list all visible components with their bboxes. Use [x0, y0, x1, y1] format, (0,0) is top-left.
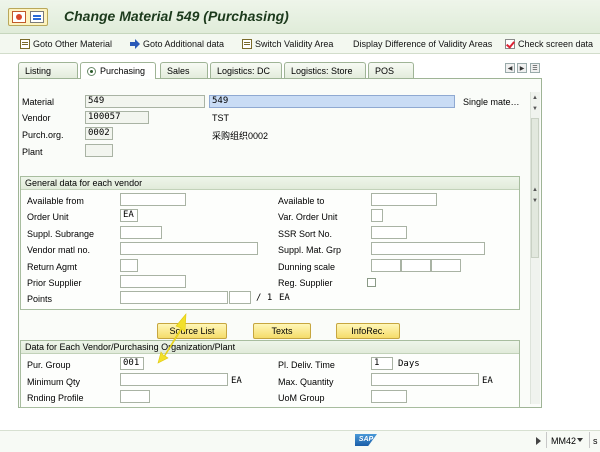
scroll-down-icon[interactable]: ▼: [531, 197, 539, 205]
purch-org-name: 采购组织0002: [212, 131, 269, 141]
points-label: Points: [27, 294, 53, 304]
suppl-mat-grp-field[interactable]: [371, 242, 485, 255]
chevron-down-icon[interactable]: [577, 438, 583, 442]
scroll-up-icon[interactable]: ▲: [531, 94, 539, 102]
arrow-right-icon: [130, 39, 140, 49]
material-description-field[interactable]: 549: [209, 95, 455, 108]
points-per-text: / 1: [256, 293, 273, 303]
scroll-up-icon[interactable]: ▲: [531, 186, 539, 194]
material-icon[interactable]: [12, 11, 26, 23]
dunning-scale-field-3[interactable]: [431, 259, 461, 272]
tab-purchasing[interactable]: Purchasing: [80, 62, 156, 79]
pl-deliv-time-field[interactable]: 1: [371, 357, 393, 370]
purch-org-label: Purch.org.: [22, 130, 64, 140]
plant-field[interactable]: [85, 144, 113, 157]
tab-scroll-left-icon[interactable]: ◀: [505, 63, 515, 73]
page-title: Change Material 549 (Purchasing): [64, 8, 289, 24]
status-separator: [546, 432, 547, 448]
app-toolbar-icons[interactable]: [8, 8, 48, 26]
suppl-mat-grp-label: Suppl. Mat. Grp: [278, 245, 342, 255]
tab-scroll-right-icon[interactable]: ▶: [517, 63, 527, 73]
scroll-up-icon[interactable]: ▼: [531, 105, 539, 113]
tab-strip: Listing Purchasing Sales Logistics: DC L…: [18, 62, 544, 79]
transaction-code: MM42: [551, 436, 577, 446]
system-text: s: [593, 436, 598, 446]
max-quantity-label: Max. Quantity: [278, 377, 334, 387]
return-agmt-label: Return Agmt: [27, 262, 78, 272]
application-toolbar: Goto Other Material Goto Additional data…: [0, 34, 600, 54]
tab-listing[interactable]: Listing: [18, 62, 78, 78]
tab-list-icon[interactable]: ☰: [530, 63, 540, 73]
group-title: Data for Each Vendor/Purchasing Organiza…: [21, 341, 519, 354]
inforec-button[interactable]: InfoRec.: [336, 323, 400, 339]
ssr-sort-no-field[interactable]: [371, 226, 407, 239]
display-difference-button[interactable]: Display Difference of Validity Areas: [353, 36, 492, 52]
material-field[interactable]: 549: [85, 95, 205, 108]
tab-logistics-dc[interactable]: Logistics: DC: [210, 62, 282, 78]
var-order-unit-label: Var. Order Unit: [278, 212, 338, 222]
goto-additional-data-button[interactable]: Goto Additional data: [130, 36, 224, 52]
vendor-label: Vendor: [22, 113, 51, 123]
prior-supplier-field[interactable]: [120, 275, 186, 288]
group-title: General data for each vendor: [21, 177, 519, 190]
check-screen-data-button[interactable]: Check screen data: [505, 36, 593, 52]
material-label: Material: [22, 97, 55, 107]
ssr-sort-no-label: SSR Sort No.: [278, 229, 333, 239]
plant-label: Plant: [22, 147, 43, 157]
dunning-scale-field-1[interactable]: [371, 259, 401, 272]
material-type-text: Single mate…: [463, 97, 520, 107]
uom-group-field[interactable]: [371, 390, 407, 403]
prior-supplier-label: Prior Supplier: [27, 278, 82, 288]
suppl-subrange-field[interactable]: [120, 226, 162, 239]
pur-group-field[interactable]: 001: [120, 357, 144, 370]
order-unit-field[interactable]: EA: [120, 209, 138, 222]
minimum-qty-field[interactable]: [120, 373, 228, 386]
minimum-qty-label: Minimum Qty: [27, 377, 81, 387]
document-icon: [20, 39, 30, 49]
selected-radio-icon: [87, 66, 96, 76]
tab-sales[interactable]: Sales: [160, 62, 208, 78]
rnding-profile-label: Rnding Profile: [27, 393, 84, 403]
available-from-field[interactable]: [120, 193, 186, 206]
list-icon[interactable]: [30, 11, 44, 23]
points-unit-field[interactable]: [229, 291, 251, 304]
reg-supplier-label: Reg. Supplier: [278, 278, 333, 288]
reg-supplier-checkbox[interactable]: [367, 278, 376, 287]
vendor-field[interactable]: 100057: [85, 111, 149, 124]
document-icon: [242, 39, 252, 49]
order-unit-label: Order Unit: [27, 212, 69, 222]
return-agmt-field[interactable]: [120, 259, 138, 272]
points-field[interactable]: [120, 291, 228, 304]
vendor-matl-no-label: Vendor matl no.: [27, 245, 91, 255]
available-to-label: Available to: [278, 196, 325, 206]
expand-status-icon[interactable]: [536, 437, 541, 445]
suppl-subrange-label: Suppl. Subrange: [27, 229, 95, 239]
tab-logistics-store[interactable]: Logistics: Store: [284, 62, 366, 78]
uom-group-label: UoM Group: [278, 393, 325, 403]
max-quantity-unit: EA: [482, 376, 493, 386]
dunning-scale-label: Dunning scale: [278, 262, 336, 272]
texts-button[interactable]: Texts: [253, 323, 311, 339]
check-icon: [505, 39, 515, 49]
pl-deliv-time-label: Pl. Deliv. Time: [278, 360, 335, 370]
rnding-profile-field[interactable]: [120, 390, 150, 403]
vendor-name: TST: [212, 113, 229, 123]
vendor-matl-no-field[interactable]: [120, 242, 258, 255]
annotation-arrow-icon: [157, 313, 187, 364]
available-to-field[interactable]: [371, 193, 437, 206]
purch-org-field[interactable]: 0002: [85, 127, 113, 140]
dunning-scale-field-2[interactable]: [401, 259, 431, 272]
points-unit-text: EA: [279, 293, 290, 303]
pur-group-label: Pur. Group: [27, 360, 71, 370]
days-text: Days: [398, 359, 420, 369]
status-bar: [0, 430, 600, 452]
tab-pos[interactable]: POS: [368, 62, 414, 78]
available-from-label: Available from: [27, 196, 84, 206]
goto-other-material-button[interactable]: Goto Other Material: [20, 36, 112, 52]
max-quantity-field[interactable]: [371, 373, 479, 386]
status-separator: [589, 432, 590, 448]
switch-validity-area-button[interactable]: Switch Validity Area: [242, 36, 333, 52]
var-order-unit-field[interactable]: [371, 209, 383, 222]
minimum-qty-unit: EA: [231, 376, 242, 386]
